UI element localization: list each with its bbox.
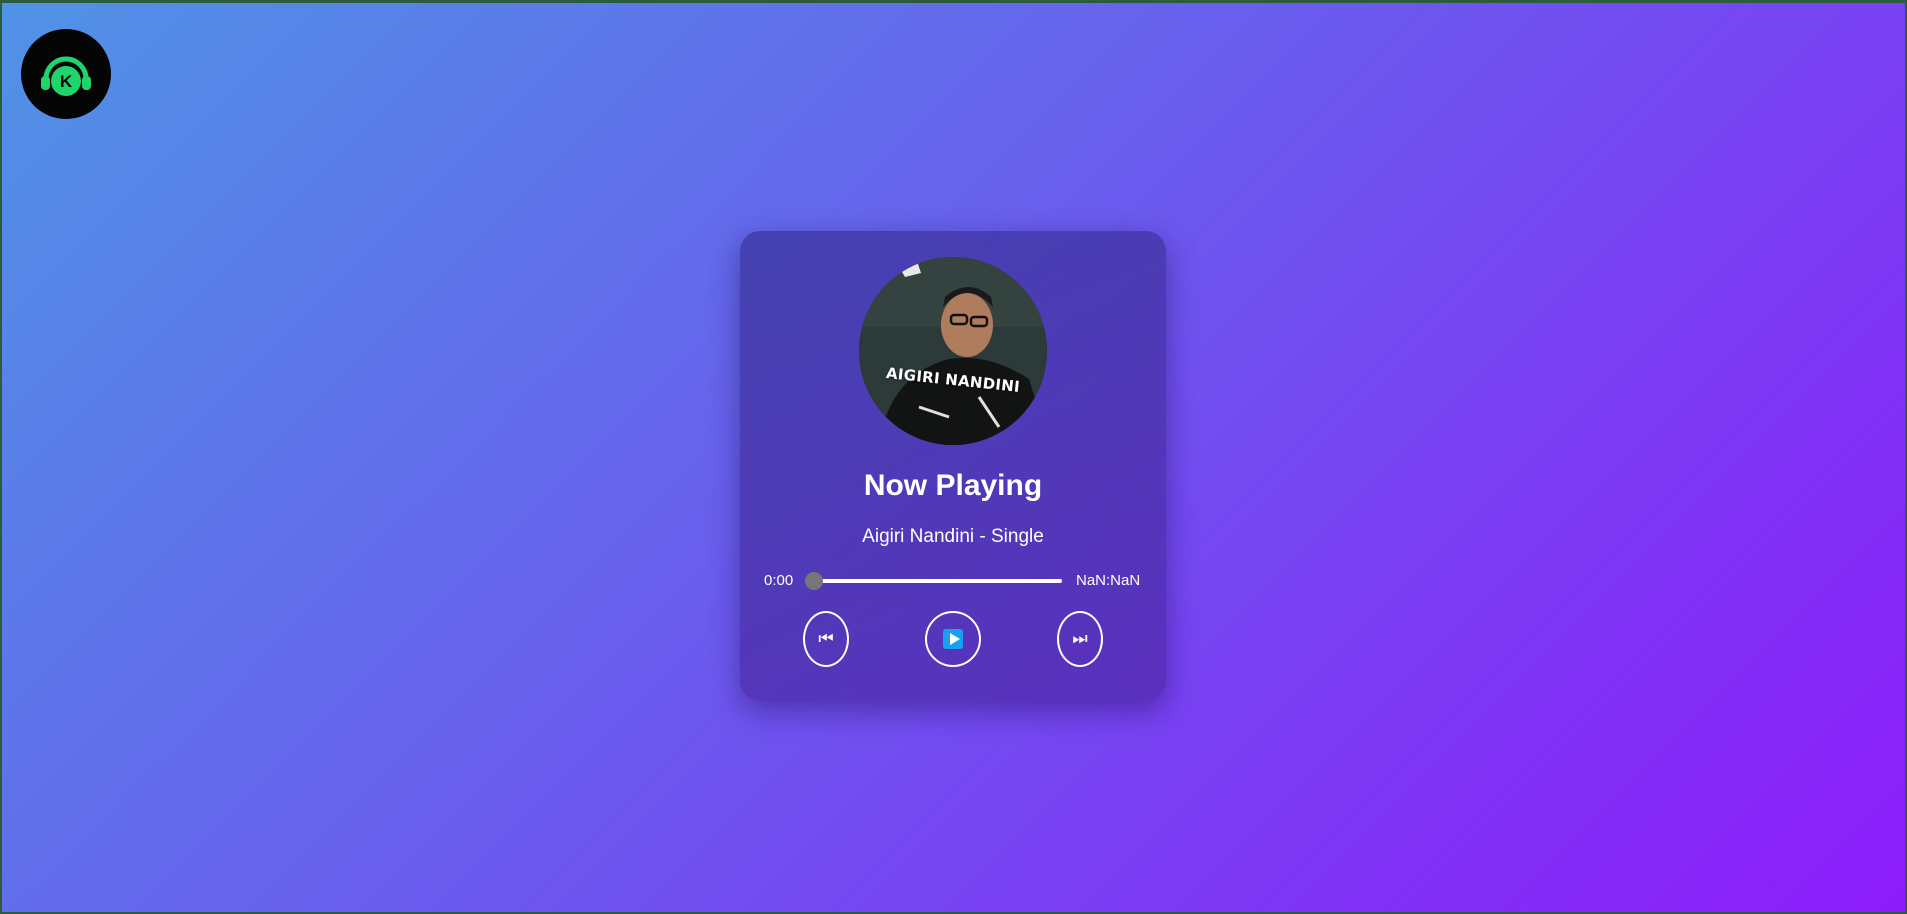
app-logo[interactable]: K <box>21 29 111 119</box>
play-button[interactable] <box>925 611 981 667</box>
logo-letter: K <box>60 72 73 91</box>
progress-row: 0:00 NaN:NaN <box>764 571 1142 590</box>
headphones-icon: K <box>41 56 91 96</box>
album-art-image <box>859 257 1047 445</box>
player-card: AIGIRI NANDINI Now Playing Aigiri Nandin… <box>740 231 1166 701</box>
playback-controls: ⏮ ⏭ <box>803 611 1103 667</box>
seek-bar[interactable] <box>805 571 1062 590</box>
play-icon <box>943 629 963 649</box>
now-playing-title: Now Playing <box>863 469 1043 502</box>
next-button[interactable]: ⏭ <box>1057 611 1103 667</box>
previous-button[interactable]: ⏮ <box>803 611 849 667</box>
album-art: AIGIRI NANDINI <box>859 257 1047 445</box>
current-time: 0:00 <box>764 572 794 589</box>
track-name: Aigiri Nandini - Single <box>862 526 1044 547</box>
next-icon: ⏭ <box>1072 629 1088 648</box>
duration: NaN:NaN <box>1076 572 1141 589</box>
previous-icon: ⏮ <box>818 629 834 648</box>
seek-thumb[interactable] <box>805 571 823 590</box>
